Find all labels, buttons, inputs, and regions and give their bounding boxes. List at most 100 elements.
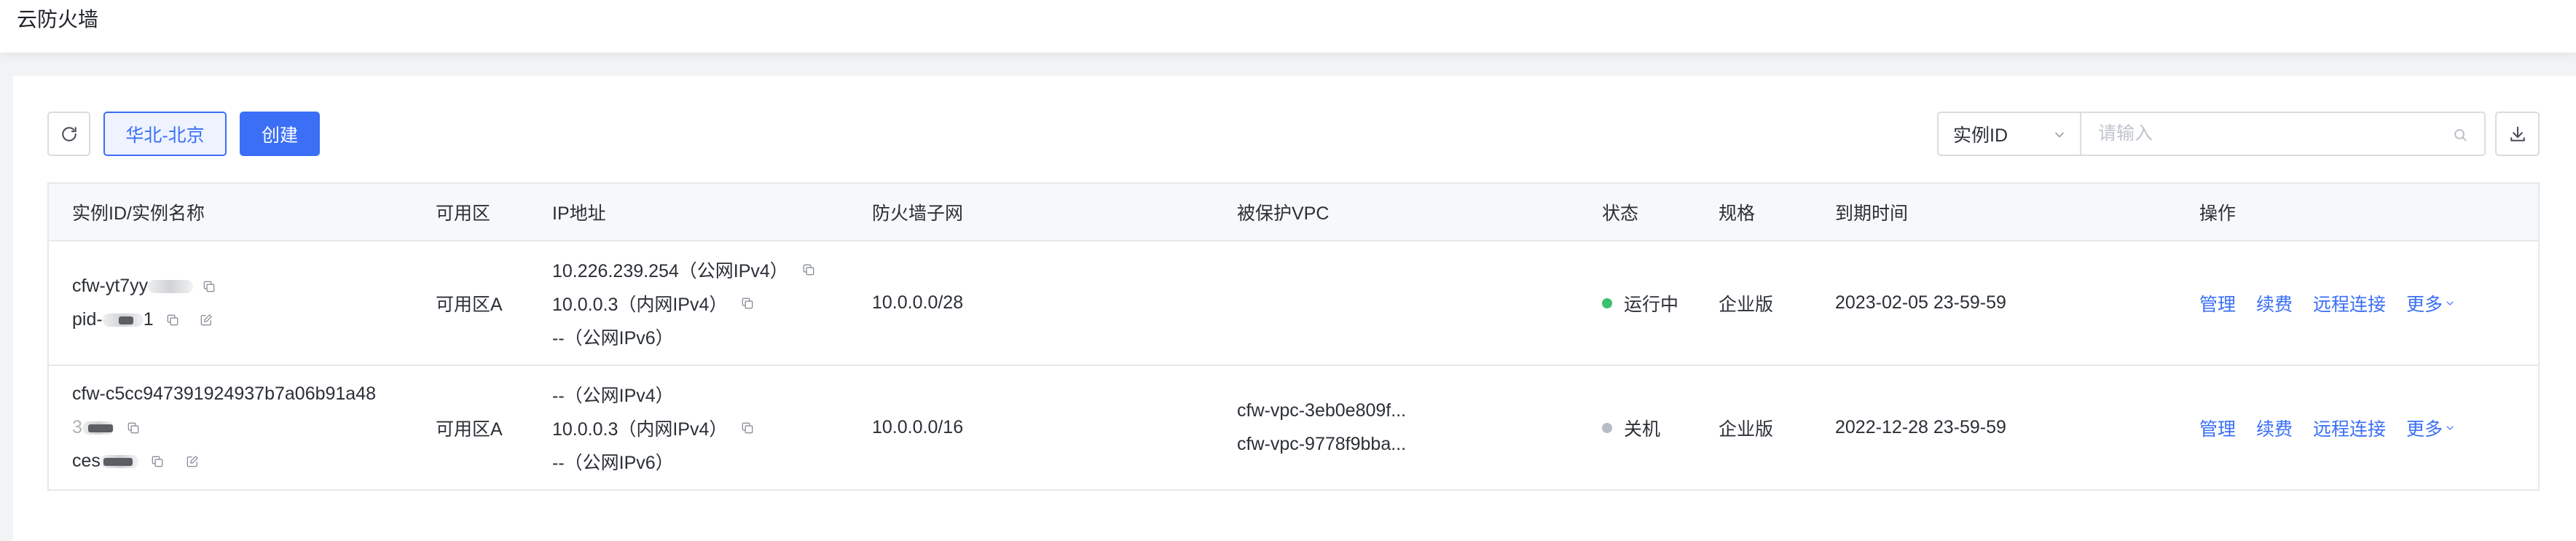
- more-dropdown[interactable]: 更多: [2406, 415, 2456, 441]
- column-header-expire: 到期时间: [1835, 203, 1909, 224]
- table-row: cfw-yt7yy pid- 1 可用区A 10.226.239.254（公网I…: [49, 241, 2538, 366]
- cell-status: 运行中: [1602, 241, 1719, 365]
- ip-line: 10.0.0.3（内网IPv4）: [552, 287, 872, 320]
- cell-ip: --（公网IPv4） 10.0.0.3（内网IPv4） --（公网IPv6）: [552, 366, 872, 489]
- column-header-vpc: 被保护VPC: [1237, 203, 1330, 224]
- instance-name-prefix: ces: [72, 451, 101, 471]
- instance-id-line: 3: [72, 411, 436, 445]
- column-header-spec: 规格: [1719, 203, 1756, 224]
- spec-value: 企业版: [1719, 294, 1774, 315]
- copy-icon[interactable]: [126, 421, 141, 435]
- chevron-down-icon: [2052, 128, 2067, 142]
- chevron-down-icon: [2444, 297, 2456, 309]
- ip-line: --（公网IPv6）: [552, 320, 872, 354]
- more-label: 更多: [2406, 294, 2443, 315]
- toolbar: 华北-北京 创建 实例ID: [47, 112, 2540, 156]
- instance-id-line: cfw-c5cc947391924937b7a06b91a48: [72, 378, 436, 411]
- cell-spec: 企业版: [1719, 241, 1835, 365]
- filter-field-value: 实例ID: [1953, 125, 2008, 146]
- expire-value: 2022-12-28 23-59-59: [1835, 417, 2006, 437]
- manage-link[interactable]: 管理: [2199, 290, 2236, 316]
- redacted-text: [82, 421, 114, 435]
- more-dropdown[interactable]: 更多: [2406, 290, 2456, 316]
- download-icon: [2508, 124, 2528, 144]
- chevron-down-icon: [2444, 422, 2456, 434]
- edit-icon[interactable]: [185, 454, 200, 469]
- column-header-instance: 实例ID/实例名称: [72, 203, 205, 224]
- instance-id-line: cfw-yt7yy: [72, 270, 436, 303]
- remote-connect-link[interactable]: 远程连接: [2313, 415, 2386, 441]
- cell-vpc: [1237, 241, 1602, 365]
- create-button[interactable]: 创建: [240, 112, 320, 156]
- cell-instance: cfw-yt7yy pid- 1: [49, 241, 436, 365]
- instance-name-suffix: 1: [143, 309, 154, 330]
- copy-icon[interactable]: [801, 262, 816, 277]
- status-dot: [1602, 297, 1612, 308]
- cell-subnet: 10.0.0.0/16: [872, 366, 1237, 489]
- cell-expire: 2023-02-05 23-59-59: [1835, 241, 2199, 365]
- cell-ip: 10.226.239.254（公网IPv4） 10.0.0.3（内网IPv4） …: [552, 241, 872, 365]
- filter-field-select[interactable]: 实例ID: [1937, 112, 2081, 156]
- vpc-value: cfw-vpc-3eb0e809f...: [1237, 400, 1407, 421]
- copy-icon[interactable]: [150, 454, 165, 469]
- download-button[interactable]: [2495, 112, 2540, 156]
- cell-zone: 可用区A: [436, 366, 552, 489]
- ip-line: --（公网IPv4）: [552, 378, 872, 411]
- status-badge: 关机: [1602, 411, 1719, 445]
- cell-zone: 可用区A: [436, 241, 552, 365]
- ip-value: 10.0.0.3（内网IPv4）: [552, 419, 728, 440]
- remote-connect-link[interactable]: 远程连接: [2313, 290, 2386, 316]
- copy-icon[interactable]: [740, 421, 755, 435]
- ip-value: 10.0.0.3（内网IPv4）: [552, 294, 728, 315]
- status-badge: 运行中: [1602, 287, 1719, 320]
- column-header-actions: 操作: [2199, 203, 2237, 224]
- vpc-value: cfw-vpc-9778f9bba...: [1237, 434, 1407, 454]
- redacted-text: [148, 279, 194, 293]
- table-header: 实例ID/实例名称 可用区 IP地址 防火墙子网 被保护VPC 状态 规格 到期…: [49, 184, 2538, 241]
- status-dot: [1602, 422, 1612, 433]
- refresh-icon: [59, 124, 79, 144]
- instance-name-prefix: pid-: [72, 309, 103, 330]
- copy-icon[interactable]: [165, 313, 180, 327]
- cell-status: 关机: [1602, 366, 1719, 489]
- manage-link[interactable]: 管理: [2199, 415, 2236, 441]
- search-icon[interactable]: [2452, 127, 2468, 143]
- refresh-button[interactable]: [47, 112, 90, 156]
- region-button[interactable]: 华北-北京: [103, 112, 227, 156]
- status-text: 关机: [1624, 419, 1661, 440]
- edit-icon[interactable]: [199, 313, 213, 327]
- cell-actions: 管理 续费 远程连接 更多: [2199, 241, 2538, 365]
- instance-table: 实例ID/实例名称 可用区 IP地址 防火墙子网 被保护VPC 状态 规格 到期…: [47, 182, 2540, 491]
- search-input[interactable]: [2081, 113, 2431, 155]
- renew-link[interactable]: 续费: [2256, 415, 2293, 441]
- instance-name-line: pid- 1: [72, 303, 436, 337]
- status-text: 运行中: [1624, 294, 1679, 315]
- instance-id: cfw-c5cc947391924937b7a06b91a48: [72, 384, 377, 404]
- zone-value: 可用区A: [436, 419, 503, 440]
- instance-id-cont: 3: [72, 417, 82, 437]
- ip-value: --（公网IPv4）: [552, 385, 674, 406]
- ip-line: 10.226.239.254（公网IPv4）: [552, 253, 872, 287]
- more-label: 更多: [2406, 419, 2443, 440]
- copy-icon[interactable]: [202, 279, 216, 294]
- page-title: 云防火墙: [17, 8, 99, 31]
- ip-value: --（公网IPv6）: [552, 327, 674, 349]
- action-links: 管理 续费 远程连接 更多: [2199, 411, 2538, 445]
- search-box: [2080, 112, 2486, 156]
- cell-spec: 企业版: [1719, 366, 1835, 489]
- copy-icon[interactable]: [740, 296, 755, 311]
- ip-line: 10.0.0.3（内网IPv4）: [552, 411, 872, 445]
- ip-value: 10.226.239.254（公网IPv4）: [552, 260, 788, 281]
- instance-name-line: ces: [72, 445, 436, 478]
- action-links: 管理 续费 远程连接 更多: [2199, 287, 2538, 320]
- redacted-text: [102, 313, 144, 327]
- instance-id: cfw-yt7yy: [72, 276, 149, 296]
- column-header-status: 状态: [1602, 203, 1639, 224]
- expire-value: 2023-02-05 23-59-59: [1835, 292, 2006, 313]
- column-header-ip: IP地址: [552, 203, 606, 224]
- subnet-value: 10.0.0.0/28: [872, 292, 964, 313]
- cell-actions: 管理 续费 远程连接 更多: [2199, 366, 2538, 489]
- renew-link[interactable]: 续费: [2256, 290, 2293, 316]
- zone-value: 可用区A: [436, 294, 503, 315]
- cell-instance: cfw-c5cc947391924937b7a06b91a48 3 ces: [49, 366, 436, 489]
